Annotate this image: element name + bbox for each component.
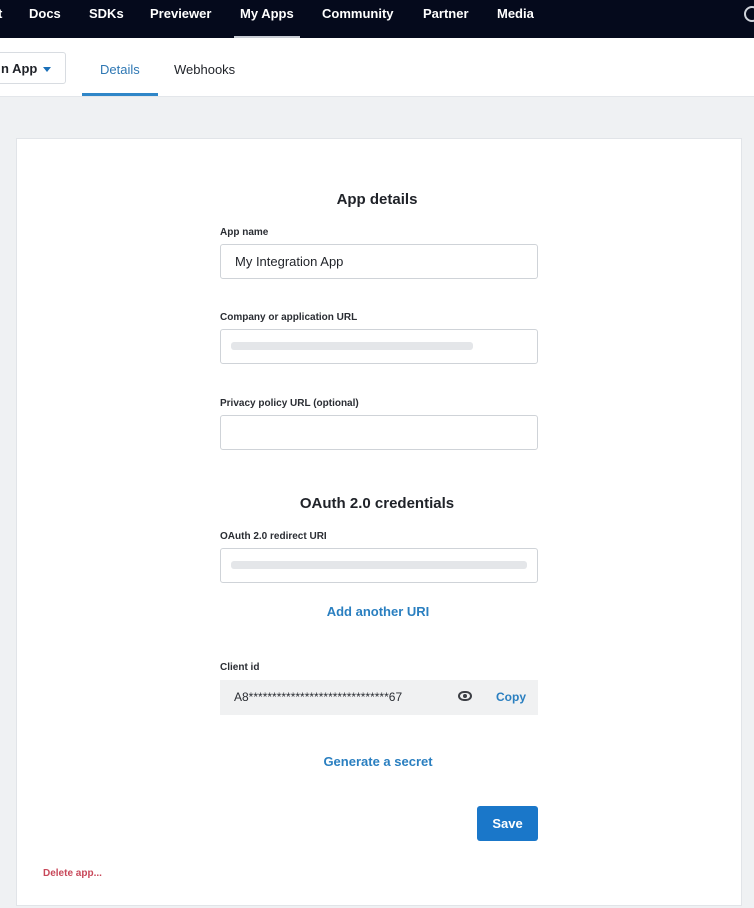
eye-icon[interactable] bbox=[458, 691, 472, 701]
add-another-uri-link[interactable]: Add another URI bbox=[0, 604, 754, 619]
nav-item-partner[interactable]: Partner bbox=[423, 0, 469, 38]
privacy-url-label: Privacy policy URL (optional) bbox=[220, 398, 359, 409]
nav-item-community[interactable]: Community bbox=[322, 0, 394, 38]
app-details-heading: App details bbox=[336, 191, 418, 208]
privacy-url-input[interactable] bbox=[220, 415, 538, 450]
save-button[interactable]: Save bbox=[477, 806, 538, 841]
nav-item-docs[interactable]: Docs bbox=[29, 0, 61, 38]
company-url-input[interactable] bbox=[220, 329, 538, 364]
redirect-uri-label: OAuth 2.0 redirect URI bbox=[220, 531, 327, 542]
redirect-uri-input[interactable] bbox=[220, 548, 538, 583]
client-id-label: Client id bbox=[220, 662, 260, 673]
sub-navigation: n App Details Webhooks bbox=[0, 38, 754, 97]
redacted-value bbox=[231, 342, 473, 350]
redacted-value bbox=[231, 561, 527, 569]
app-selector-dropdown[interactable]: n App bbox=[0, 52, 66, 84]
nav-item-truncated[interactable]: t bbox=[0, 0, 2, 38]
tab-details[interactable]: Details bbox=[82, 62, 158, 96]
tab-webhooks[interactable]: Webhooks bbox=[174, 62, 235, 77]
app-name-label: App name bbox=[220, 227, 269, 238]
nav-item-previewer[interactable]: Previewer bbox=[150, 0, 211, 38]
client-id-value: A8******************************67 bbox=[234, 690, 403, 704]
nav-item-my-apps[interactable]: My Apps bbox=[234, 0, 300, 38]
copy-button[interactable]: Copy bbox=[496, 680, 526, 715]
top-navigation: t Docs SDKs Previewer My Apps Community … bbox=[0, 0, 754, 38]
delete-app-link[interactable]: Delete app... bbox=[43, 868, 102, 879]
company-url-label: Company or application URL bbox=[220, 312, 358, 323]
app-name-input[interactable]: My Integration App bbox=[220, 244, 538, 279]
nav-item-sdks[interactable]: SDKs bbox=[89, 0, 124, 38]
nav-item-media[interactable]: Media bbox=[497, 0, 534, 38]
search-icon[interactable] bbox=[744, 6, 754, 22]
caret-down-icon bbox=[43, 67, 52, 73]
oauth-heading: OAuth 2.0 credentials bbox=[299, 495, 455, 512]
client-id-field: A8******************************67 Copy bbox=[220, 680, 538, 715]
generate-secret-link[interactable]: Generate a secret bbox=[0, 754, 754, 769]
app-selector-label: n App bbox=[1, 61, 38, 76]
